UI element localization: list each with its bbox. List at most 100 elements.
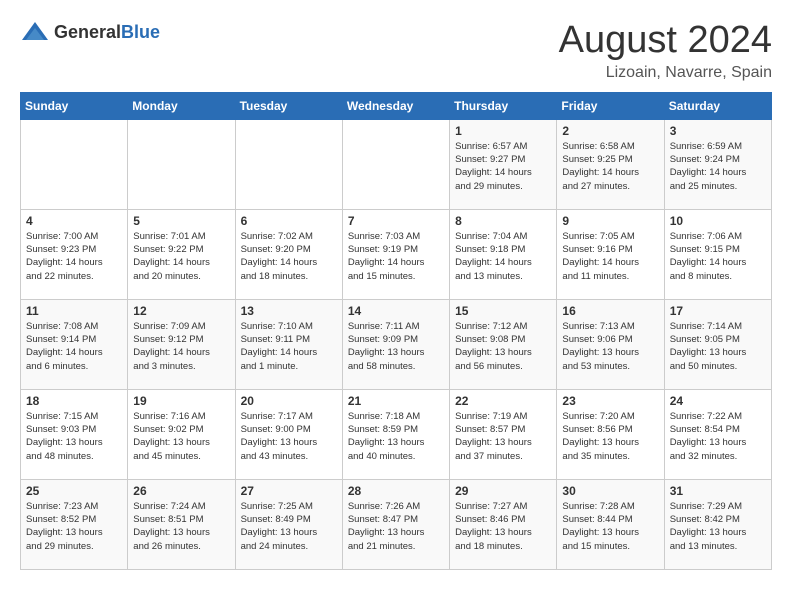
logo: General Blue <box>20 20 160 44</box>
day-number: 6 <box>241 214 337 228</box>
calendar-cell: 13Sunrise: 7:10 AM Sunset: 9:11 PM Dayli… <box>235 299 342 389</box>
day-info: Sunrise: 7:19 AM Sunset: 8:57 PM Dayligh… <box>455 410 551 463</box>
calendar-cell <box>235 119 342 209</box>
day-number: 28 <box>348 484 444 498</box>
day-number: 3 <box>670 124 766 138</box>
calendar-cell: 25 Sunrise: 7:23 AM Sunset: 8:52 PM Dayli… <box>21 479 128 569</box>
calendar-cell: 6 Sunrise: 7:02 AM Sunset: 9:20 PM Daylig… <box>235 209 342 299</box>
calendar-table: SundayMondayTuesdayWednesdayThursdayFrid… <box>20 92 772 570</box>
day-number: 8 <box>455 214 551 228</box>
logo-general: General <box>54 23 121 41</box>
day-info: Sunrise: 7:18 AM Sunset: 8:59 PM Dayligh… <box>348 410 444 463</box>
day-number: 17 <box>670 304 766 318</box>
calendar-cell: 26 Sunrise: 7:24 AM Sunset: 8:51 PM Dayli… <box>128 479 235 569</box>
day-number: 4 <box>26 214 122 228</box>
day-info: Sunrise: 7:20 AM Sunset: 8:56 PM Dayligh… <box>562 410 658 463</box>
day-number: 1 <box>455 124 551 138</box>
page-header: General Blue August 2024 Lizoain, Navarr… <box>20 20 772 82</box>
calendar-cell: 8 Sunrise: 7:04 AM Sunset: 9:18 PM Daylig… <box>450 209 557 299</box>
day-number: 30 <box>562 484 658 498</box>
day-number: 29 <box>455 484 551 498</box>
day-number: 16 <box>562 304 658 318</box>
calendar-cell: 3 Sunrise: 6:59 AM Sunset: 9:24 PM Daylig… <box>664 119 771 209</box>
day-number: 12 <box>133 304 229 318</box>
calendar-cell: 30Sunrise: 7:28 AM Sunset: 8:44 PM Dayli… <box>557 479 664 569</box>
day-info: Sunrise: 7:00 AM Sunset: 9:23 PM Dayligh… <box>26 230 122 283</box>
weekday-header-row: SundayMondayTuesdayWednesdayThursdayFrid… <box>21 92 772 119</box>
calendar-cell: 18 Sunrise: 7:15 AM Sunset: 9:03 PM Dayli… <box>21 389 128 479</box>
day-info: Sunrise: 7:23 AM Sunset: 8:52 PM Dayligh… <box>26 500 122 553</box>
day-number: 24 <box>670 394 766 408</box>
calendar-cell: 22Sunrise: 7:19 AM Sunset: 8:57 PM Dayli… <box>450 389 557 479</box>
calendar-cell: 5Sunrise: 7:01 AM Sunset: 9:22 PM Daylig… <box>128 209 235 299</box>
title-area: August 2024 Lizoain, Navarre, Spain <box>559 20 772 82</box>
weekday-header-thursday: Thursday <box>450 92 557 119</box>
calendar-cell: 27 Sunrise: 7:25 AM Sunset: 8:49 PM Dayli… <box>235 479 342 569</box>
calendar-cell: 17 Sunrise: 7:14 AM Sunset: 9:05 PM Dayli… <box>664 299 771 389</box>
day-number: 9 <box>562 214 658 228</box>
location: Lizoain, Navarre, Spain <box>559 64 772 82</box>
calendar-week-2: 4 Sunrise: 7:00 AM Sunset: 9:23 PM Daylig… <box>21 209 772 299</box>
day-info: Sunrise: 7:02 AM Sunset: 9:20 PM Dayligh… <box>241 230 337 283</box>
weekday-header-tuesday: Tuesday <box>235 92 342 119</box>
day-number: 25 <box>26 484 122 498</box>
day-number: 15 <box>455 304 551 318</box>
day-number: 19 <box>133 394 229 408</box>
day-number: 7 <box>348 214 444 228</box>
day-info: Sunrise: 7:03 AM Sunset: 9:19 PM Dayligh… <box>348 230 444 283</box>
day-number: 26 <box>133 484 229 498</box>
day-number: 11 <box>26 304 122 318</box>
weekday-header-wednesday: Wednesday <box>342 92 449 119</box>
day-info: Sunrise: 7:13 AM Sunset: 9:06 PM Dayligh… <box>562 320 658 373</box>
calendar-cell: 10Sunrise: 7:06 AM Sunset: 9:15 PM Dayli… <box>664 209 771 299</box>
calendar-week-5: 25 Sunrise: 7:23 AM Sunset: 8:52 PM Dayli… <box>21 479 772 569</box>
calendar-cell: 2Sunrise: 6:58 AM Sunset: 9:25 PM Daylig… <box>557 119 664 209</box>
weekday-header-sunday: Sunday <box>21 92 128 119</box>
day-info: Sunrise: 7:29 AM Sunset: 8:42 PM Dayligh… <box>670 500 766 553</box>
day-info: Sunrise: 7:16 AM Sunset: 9:02 PM Dayligh… <box>133 410 229 463</box>
day-number: 18 <box>26 394 122 408</box>
calendar-cell: 4 Sunrise: 7:00 AM Sunset: 9:23 PM Daylig… <box>21 209 128 299</box>
day-number: 31 <box>670 484 766 498</box>
calendar-cell: 14Sunrise: 7:11 AM Sunset: 9:09 PM Dayli… <box>342 299 449 389</box>
day-info: Sunrise: 7:04 AM Sunset: 9:18 PM Dayligh… <box>455 230 551 283</box>
day-number: 23 <box>562 394 658 408</box>
day-info: Sunrise: 7:12 AM Sunset: 9:08 PM Dayligh… <box>455 320 551 373</box>
calendar-cell <box>128 119 235 209</box>
calendar-cell: 1 Sunrise: 6:57 AM Sunset: 9:27 PM Daylig… <box>450 119 557 209</box>
calendar-cell: 19 Sunrise: 7:16 AM Sunset: 9:02 PM Dayli… <box>128 389 235 479</box>
month-title: August 2024 <box>559 20 772 62</box>
day-info: Sunrise: 7:26 AM Sunset: 8:47 PM Dayligh… <box>348 500 444 553</box>
calendar-cell: 21 Sunrise: 7:18 AM Sunset: 8:59 PM Dayli… <box>342 389 449 479</box>
day-info: Sunrise: 7:27 AM Sunset: 8:46 PM Dayligh… <box>455 500 551 553</box>
calendar-cell: 29 Sunrise: 7:27 AM Sunset: 8:46 PM Dayli… <box>450 479 557 569</box>
day-info: Sunrise: 7:25 AM Sunset: 8:49 PM Dayligh… <box>241 500 337 553</box>
day-info: Sunrise: 7:09 AM Sunset: 9:12 PM Dayligh… <box>133 320 229 373</box>
calendar-cell <box>21 119 128 209</box>
day-number: 21 <box>348 394 444 408</box>
day-info: Sunrise: 7:10 AM Sunset: 9:11 PM Dayligh… <box>241 320 337 373</box>
calendar-cell: 20Sunrise: 7:17 AM Sunset: 9:00 PM Dayli… <box>235 389 342 479</box>
day-number: 20 <box>241 394 337 408</box>
day-info: Sunrise: 7:05 AM Sunset: 9:16 PM Dayligh… <box>562 230 658 283</box>
day-number: 2 <box>562 124 658 138</box>
day-number: 27 <box>241 484 337 498</box>
day-info: Sunrise: 7:14 AM Sunset: 9:05 PM Dayligh… <box>670 320 766 373</box>
day-info: Sunrise: 7:11 AM Sunset: 9:09 PM Dayligh… <box>348 320 444 373</box>
day-info: Sunrise: 6:59 AM Sunset: 9:24 PM Dayligh… <box>670 140 766 193</box>
day-info: Sunrise: 7:24 AM Sunset: 8:51 PM Dayligh… <box>133 500 229 553</box>
calendar-cell: 15 Sunrise: 7:12 AM Sunset: 9:08 PM Dayli… <box>450 299 557 389</box>
day-info: Sunrise: 6:57 AM Sunset: 9:27 PM Dayligh… <box>455 140 551 193</box>
calendar-cell: 31 Sunrise: 7:29 AM Sunset: 8:42 PM Dayli… <box>664 479 771 569</box>
calendar-cell: 24Sunrise: 7:22 AM Sunset: 8:54 PM Dayli… <box>664 389 771 479</box>
day-info: Sunrise: 7:15 AM Sunset: 9:03 PM Dayligh… <box>26 410 122 463</box>
calendar-cell: 23 Sunrise: 7:20 AM Sunset: 8:56 PM Dayli… <box>557 389 664 479</box>
calendar-week-1: 1 Sunrise: 6:57 AM Sunset: 9:27 PM Daylig… <box>21 119 772 209</box>
calendar-cell: 12 Sunrise: 7:09 AM Sunset: 9:12 PM Dayli… <box>128 299 235 389</box>
calendar-cell <box>342 119 449 209</box>
weekday-header-saturday: Saturday <box>664 92 771 119</box>
weekday-header-monday: Monday <box>128 92 235 119</box>
day-info: Sunrise: 7:06 AM Sunset: 9:15 PM Dayligh… <box>670 230 766 283</box>
logo-icon <box>20 20 50 44</box>
calendar-cell: 9 Sunrise: 7:05 AM Sunset: 9:16 PM Daylig… <box>557 209 664 299</box>
